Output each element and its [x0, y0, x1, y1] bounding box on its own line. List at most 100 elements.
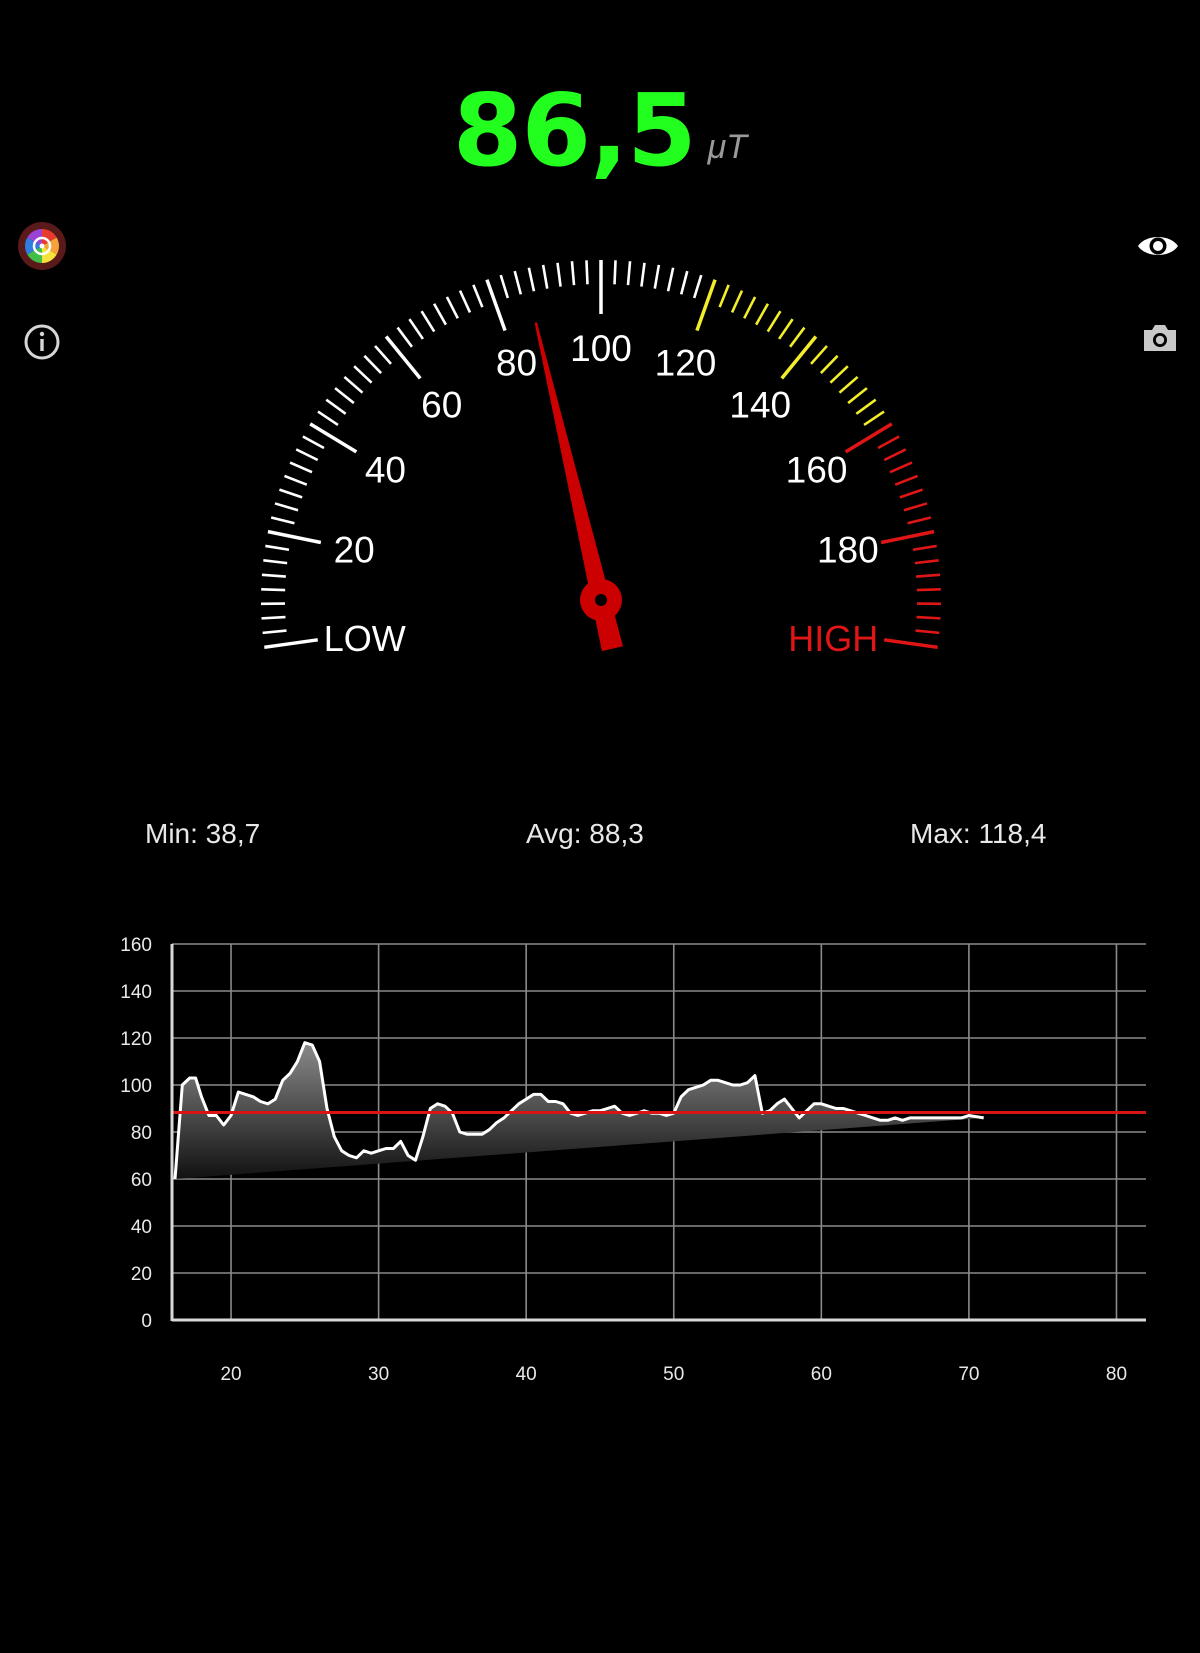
gauge-tick	[754, 303, 770, 326]
x-tick-label: 30	[368, 1364, 389, 1385]
stat-min: Min: 38,7	[145, 818, 261, 849]
gauge-tick	[363, 354, 383, 374]
gauge-tick	[261, 615, 286, 620]
gauge-tick	[485, 279, 507, 332]
gauge-tick	[264, 638, 319, 650]
gauge-tick	[880, 529, 935, 545]
gauge-tick	[915, 629, 940, 635]
x-tick-label: 40	[516, 1364, 537, 1385]
gauge-label: 180	[817, 529, 879, 570]
gauge-label: 160	[786, 449, 848, 490]
gauge-tick	[265, 544, 290, 552]
gauge-tick	[916, 588, 941, 592]
gauge-tick	[679, 270, 689, 295]
y-tick-label: 0	[141, 1311, 152, 1332]
gauge-tick	[274, 502, 299, 512]
gauge-tick	[289, 461, 313, 474]
chart-area	[175, 1042, 984, 1179]
gauge-tick	[556, 262, 562, 287]
gauge-tick	[877, 435, 900, 450]
x-tick-label: 80	[1106, 1364, 1127, 1385]
gauge-tick	[916, 615, 941, 620]
gauge-labels: 20 40 60 80 100 120 140 160 180	[334, 328, 879, 570]
gauge-tick	[570, 261, 576, 286]
gauge-low-label: LOW	[324, 618, 406, 659]
y-tick-label: 100	[120, 1076, 152, 1097]
gauge-tick	[263, 559, 288, 565]
gauge-tick	[267, 529, 322, 545]
gauge-tick	[334, 387, 355, 405]
x-tick-label: 70	[958, 1364, 979, 1385]
gauge-tick	[829, 365, 849, 384]
gauge-label: 40	[365, 449, 406, 490]
gauge-tick	[374, 345, 392, 365]
gauge-tick	[396, 326, 413, 348]
gauge-tick	[472, 284, 484, 308]
gauge-tick	[283, 474, 308, 486]
gauge-tick	[883, 448, 907, 462]
y-tick-label: 80	[131, 1123, 152, 1144]
gauge-tick	[844, 422, 893, 454]
gauge-label: 140	[729, 385, 791, 426]
gauge-tick	[819, 354, 839, 374]
gauge-tick	[903, 502, 928, 512]
gauge-tick	[317, 410, 339, 426]
gauge-tick	[343, 375, 364, 394]
gauge-tick	[912, 544, 937, 552]
chart-line	[173, 1041, 984, 1180]
gauge-tick	[353, 365, 373, 384]
gauge-tick	[445, 296, 459, 319]
gauge-tick	[527, 267, 536, 292]
y-tick-label: 140	[120, 982, 152, 1003]
stat-avg: Avg: 88,3	[526, 818, 644, 849]
gauge-tick	[863, 410, 885, 426]
gauge-tick	[541, 264, 549, 289]
gauge-tick	[914, 559, 939, 565]
gauge-tick	[626, 261, 632, 286]
gauge-tick	[883, 638, 938, 650]
gauge-tick	[780, 335, 818, 380]
gauge-label: 20	[334, 529, 375, 570]
gauge-tick	[907, 516, 932, 525]
y-tick-label: 160	[120, 935, 152, 956]
gauge-tick	[743, 296, 757, 319]
gauge-tick	[730, 290, 744, 313]
gauge-tick	[894, 474, 919, 486]
gauge-tick	[695, 279, 717, 332]
gauge-tick	[261, 573, 286, 578]
gauge-tick	[718, 284, 730, 308]
y-tick-label: 60	[131, 1170, 152, 1191]
gauge-tick	[666, 267, 675, 292]
gauge-tick	[384, 335, 422, 380]
gauge-tick	[889, 461, 913, 474]
gauge-tick	[613, 260, 617, 285]
gauge-tick	[855, 398, 877, 415]
gauge-tick	[432, 303, 448, 326]
gauge-tick	[325, 398, 347, 415]
gauge-tick	[279, 488, 303, 499]
gauge-tick	[270, 516, 295, 525]
gauge-tick	[499, 274, 510, 299]
gauge-tick	[408, 318, 424, 340]
x-tick-label: 60	[811, 1364, 832, 1385]
gauge-tick	[309, 422, 358, 454]
gauge-tick	[458, 290, 472, 313]
gauge-tick	[295, 448, 319, 462]
gauge-tick	[513, 270, 523, 295]
gauge-tick	[262, 629, 287, 635]
gauge-tick	[653, 264, 661, 289]
gauge-tick	[261, 588, 286, 592]
y-tick-label: 40	[131, 1217, 152, 1238]
gauge-needle-pin	[595, 594, 607, 606]
gauge-tick	[847, 387, 868, 405]
gauge-tick	[899, 488, 923, 499]
gauge-label: 80	[496, 343, 537, 384]
gauge-tick	[692, 274, 703, 299]
chart-axes	[170, 944, 1146, 1322]
gauge-tick	[810, 345, 828, 365]
gauge-tick	[766, 310, 782, 333]
gauge-tick	[640, 262, 646, 287]
chart-grid	[172, 943, 1146, 1321]
gauge-label: 120	[655, 343, 717, 384]
gauge-needle	[534, 322, 623, 652]
